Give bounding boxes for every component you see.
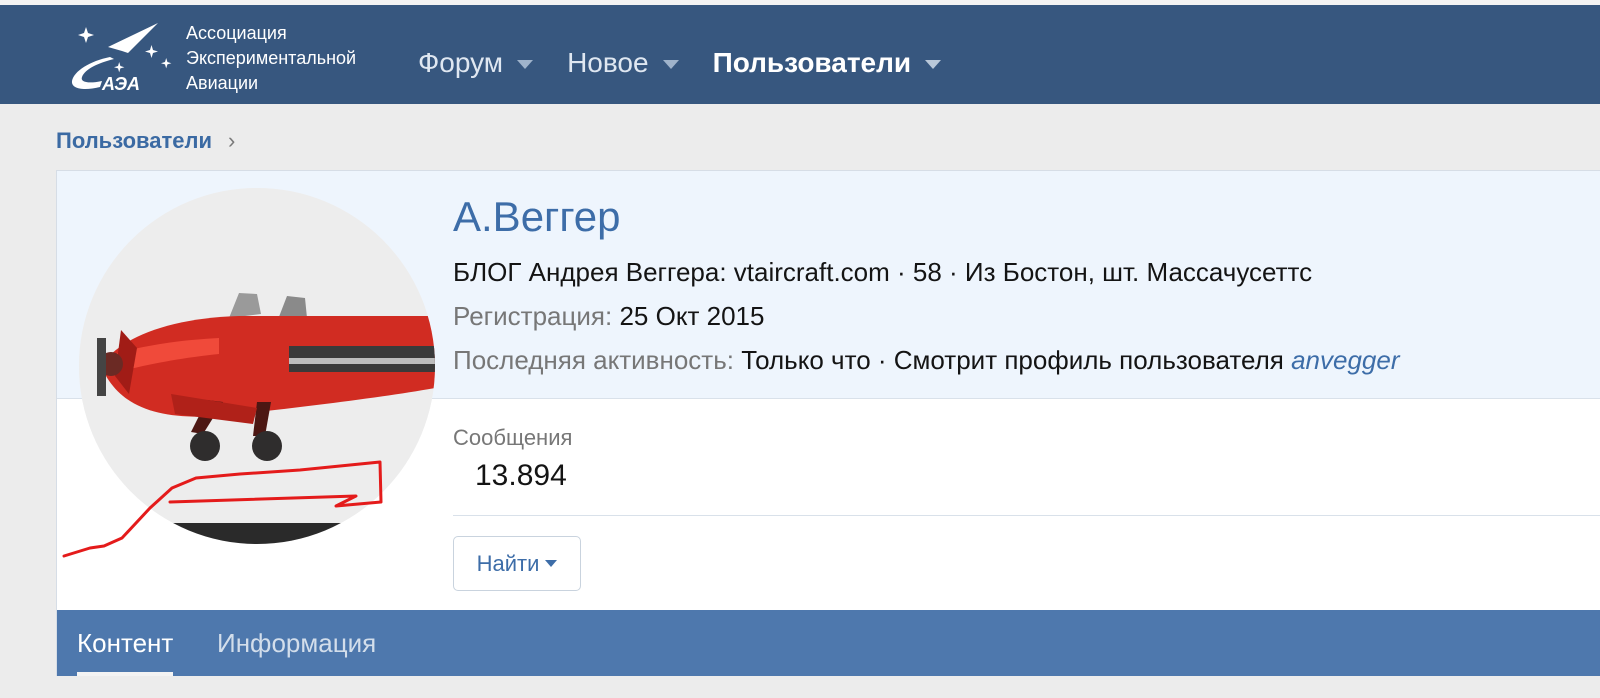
breadcrumb: Пользователи ›	[56, 128, 235, 154]
find-button[interactable]: Найти	[453, 536, 581, 591]
last-activity-user-link[interactable]: anvegger	[1291, 345, 1399, 375]
nav-users-label: Пользователи	[712, 47, 912, 78]
site-name: Ассоциация Экспериментальной Авиации	[186, 21, 356, 96]
nav-new-label: Новое	[567, 47, 649, 78]
messages-stat-label: Сообщения	[453, 425, 573, 450]
last-activity-value: Только что · Смотрит профиль пользовател…	[741, 345, 1284, 375]
profile-card: А.Веггер БЛОГ Андрея Веггера: vtaircraft…	[56, 170, 1600, 676]
site-logo[interactable]: АЭА	[70, 17, 185, 99]
nav-forum-label: Форум	[418, 47, 504, 78]
profile-blurb: БЛОГ Андрея Веггера: vtaircraft.com · 58…	[453, 257, 1313, 287]
find-button-label: Найти	[476, 550, 540, 576]
nav-users[interactable]: Пользователи	[713, 47, 942, 79]
top-nav-bar: АЭА Ассоциация Экспериментальной Авиации…	[0, 0, 1600, 104]
site-name-line-1: Ассоциация	[186, 23, 287, 43]
tab-information[interactable]: Информация	[217, 610, 376, 676]
site-name-line-2: Экспериментальной	[186, 48, 357, 68]
site-name-line-3: Авиации	[186, 73, 259, 93]
chevron-right-icon: ›	[228, 128, 236, 153]
tab-content-label: Контент	[77, 627, 174, 658]
registration-value: 25 Окт 2015	[619, 301, 765, 331]
stats-divider	[453, 515, 1600, 516]
profile-tabs: Контент Информация	[57, 610, 1600, 676]
main-nav: Форум Новое Пользователи	[418, 43, 975, 83]
tab-content[interactable]: Контент	[77, 610, 174, 676]
messages-stat-value[interactable]: 13.894	[475, 459, 567, 493]
svg-text:АЭА: АЭА	[101, 74, 140, 94]
tab-information-label: Информация	[217, 627, 377, 658]
chevron-down-icon[interactable]	[662, 60, 679, 69]
chevron-down-icon[interactable]	[925, 60, 942, 69]
avatar[interactable]	[79, 188, 435, 544]
profile-username[interactable]: А.Веггер	[453, 193, 621, 241]
nav-forum[interactable]: Форум	[418, 47, 534, 79]
registration-row: Регистрация: 25 Окт 2015	[453, 301, 764, 332]
breadcrumb-users-link[interactable]: Пользователи	[56, 128, 212, 154]
red-airplane-photo-icon	[79, 188, 435, 544]
airplane-star-logo-icon: АЭА	[71, 23, 172, 94]
registration-label: Регистрация:	[453, 301, 613, 331]
caret-down-icon	[545, 560, 558, 567]
last-activity-row: Последняя активность: Только что · Смотр…	[453, 345, 1400, 376]
last-activity-label: Последняя активность:	[453, 345, 734, 375]
chevron-down-icon[interactable]	[517, 60, 534, 69]
nav-new[interactable]: Новое	[567, 47, 679, 79]
